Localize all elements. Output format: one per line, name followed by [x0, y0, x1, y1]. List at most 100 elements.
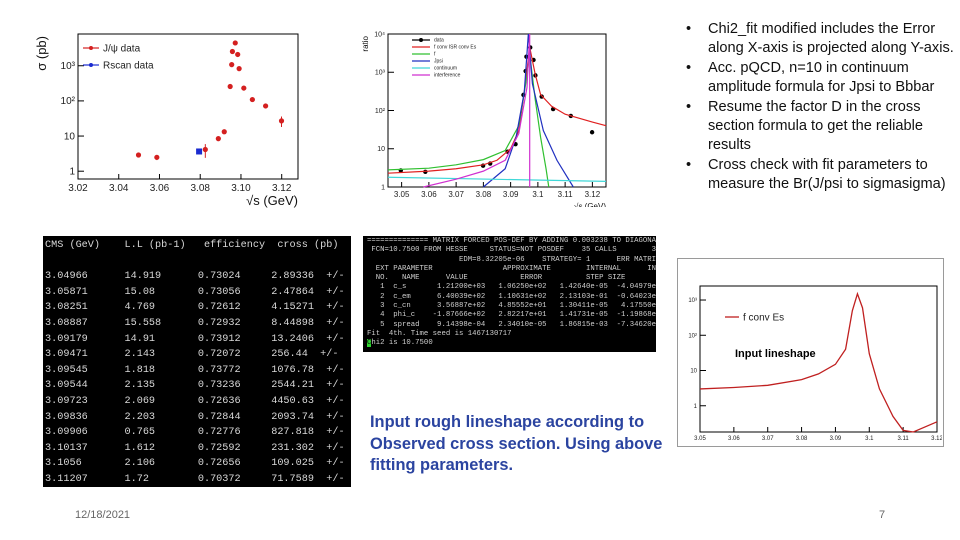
x-tick-label: 3.08 [476, 190, 492, 199]
terminal-row: 3.09545 1.818 0.73772 1076.78 +/- 40.253… [45, 364, 345, 376]
legend-label: continuum [434, 66, 457, 72]
x-axis-label: √s (GeV) [574, 202, 606, 207]
legend-label: interference [434, 73, 461, 79]
data-point [154, 154, 160, 160]
legend-label: Rscan data [103, 60, 154, 71]
slide-page-number: 7 [879, 509, 886, 521]
x-tick-label: 3.05 [694, 436, 706, 442]
terminal-row: 3.09179 14.91 0.73912 13.2406 +/- 1.3997… [45, 333, 345, 345]
x-tick-label: 3.11 [558, 190, 574, 199]
terminal-line: 5 spread 9.14398e-04 2.34010e-05 1.86815… [367, 320, 656, 329]
terminal-row: 3.10137 1.612 0.72592 231.302 +/- 20.260… [45, 442, 345, 454]
x-tick-label: 3.06 [421, 190, 437, 199]
y-tick-label: 1 [381, 184, 385, 191]
legend-marker [419, 38, 423, 42]
x-tick-label: 3.1 [532, 190, 544, 199]
terminal-line: EDM=8.32205e-06 STRATEGY= 1 ERR MATRIX N… [458, 255, 656, 264]
legend-label: data [434, 38, 444, 44]
data-point [215, 136, 221, 142]
x-axis-label: √s (GeV) [246, 193, 298, 208]
data-point [589, 130, 595, 135]
fit-ratio-chart: 3.05 3.06 3.07 3.08 3.09 3.1 3.11 3.12 1 10 10² 10³… [361, 31, 607, 207]
terminal-blank [45, 254, 351, 270]
legend-label: f conv ISR conv Es [434, 45, 477, 51]
legend-marker [89, 46, 93, 50]
data-point [229, 48, 236, 55]
terminal-line: 3 c_cn 3.56887e+02 4.85552e+01 1.30411e-… [367, 302, 656, 311]
y-tick-label: 10 [377, 146, 385, 153]
input-lineshape-chart: 3.05 3.06 3.07 3.08 3.09 3.1 3.11 3.12 1 10 10² 10³… [688, 285, 942, 442]
bullet-item: Acc. pQCD, n=10 in continuum amplitude f… [686, 59, 956, 98]
y-tick-label: 10² [375, 108, 386, 115]
x-tick-label: 3.09 [830, 436, 842, 442]
data-point [229, 62, 235, 68]
data-point [236, 66, 242, 72]
terminal-line: 1 c_s 1.21200e+03 1.06250e+02 1.42640e-0… [367, 283, 656, 292]
x-tick-label: 3.07 [448, 190, 464, 199]
slide-date: 12/18/2021 [75, 509, 131, 521]
y-tick-label: 10³ [61, 61, 76, 72]
y-tick-label: 10 [690, 369, 697, 375]
legend-marker [89, 63, 93, 67]
data-point [221, 129, 227, 135]
y-tick-label: 10³ [375, 70, 386, 77]
cross-section-terminal: CMS (GeV) L.L (pb-1) efficiency cross (p… [43, 236, 351, 487]
y-tick-label: 1 [694, 404, 698, 410]
y-axis-label: ratio [361, 35, 370, 51]
data-point [227, 83, 233, 90]
data-point [263, 103, 269, 109]
bullet-item: Resume the factor D in the cross section… [686, 98, 956, 156]
legend-label: f conv Es [743, 312, 784, 323]
terminal-row: 3.1056 2.106 0.72656 109.025 +/- 12.5389 [45, 458, 345, 470]
terminal-line: EXT PARAMETER APPROXIMATE INTERNAL INTER… [367, 264, 656, 273]
data-point [135, 152, 142, 158]
y-tick-label: 10³ [688, 298, 697, 304]
x-tick-label: 3.08 [796, 436, 808, 442]
x-tick-label: 3.05 [394, 190, 410, 199]
terminal-header: CMS (GeV) L.L (pb-1) efficiency cross (p… [45, 240, 339, 251]
chart-annotation: Input lineshape [735, 348, 816, 360]
y-tick-label: 10² [61, 96, 76, 107]
x-tick-label: 3.09 [503, 190, 519, 199]
terminal-row: 3.09836 2.203 0.72844 2093.74 +/- 51.743… [45, 411, 345, 423]
y-tick-label: 10² [688, 333, 697, 339]
terminal-line: NO. NAME VALUE ERROR STEP SIZE VALUE [367, 274, 656, 283]
terminal-prompt: Chi2 is 10.7500 [367, 339, 656, 348]
terminal-row: 3.08887 15.558 0.72932 8.44898 +/- 1.255… [45, 317, 345, 329]
terminal-row: 3.09544 2.135 0.73236 2544.21 +/- 57.539… [45, 380, 345, 392]
data-point [249, 96, 255, 103]
y-axis-label: σ (pb) [34, 36, 49, 71]
legend-label: Jpsi [434, 59, 443, 65]
terminal-row: 3.09471 2.143 0.72072 256.44 +/- 10.6994 [45, 349, 351, 361]
y-tick-label: 10⁴ [374, 31, 385, 38]
x-tick-label: 3.1 [865, 436, 874, 442]
y-tick-label: 1 [69, 167, 75, 178]
x-tick-label: 3.02 [68, 183, 88, 194]
lineshape-note: Input rough lineshape according to Obser… [370, 413, 663, 474]
x-tick-label: 3.12 [585, 190, 601, 199]
terminal-line: 2 c_em 6.40039e+02 1.10631e+02 2.13103e-… [367, 292, 656, 301]
terminal-line: 4 phi_c -1.87666e+02 2.82217e+01 1.41731… [367, 311, 656, 320]
terminal-row: 3.08251 4.769 0.72612 4.15271 +/- 1.7480… [45, 302, 345, 314]
y-tick-label: 10 [64, 131, 76, 142]
data-point [196, 148, 203, 155]
bullet-item: Cross check with fit parameters to measu… [686, 156, 956, 195]
x-tick-label: 3.12 [931, 436, 942, 442]
data-point [232, 40, 238, 46]
x-tick-label: 3.08 [190, 183, 210, 194]
terminal-line: FCN=10.7500 FROM HESSE STATUS=NOT POSDEF… [371, 246, 656, 255]
bullet-list: Chi2_fit modified includes the Error alo… [686, 20, 956, 195]
x-tick-label: 3.06 [150, 183, 170, 194]
terminal-line: ============== MATRIX FORCED POS-DEF BY … [367, 237, 656, 245]
terminal-prompt-text: hi2 is 10.7500 [371, 339, 433, 348]
x-tick-label: 3.11 [898, 436, 910, 442]
terminal-row: 3.09723 2.069 0.72636 4450.63 +/- 78.266… [45, 395, 345, 407]
legend-label: J/ψ data [103, 43, 141, 54]
data-point [202, 146, 208, 153]
terminal-row: 3.09906 0.765 0.72776 827.818 +/- 56.246… [45, 427, 345, 439]
fit-result-terminal: ============== MATRIX FORCED POS-DEF BY … [363, 236, 656, 352]
bullet-item: Chi2_fit modified includes the Error alo… [686, 20, 956, 59]
terminal-row: 3.11207 1.72 0.70372 71.7589 +/- 11.2432 [45, 473, 345, 485]
terminal-row: 3.05871 15.08 0.73056 2.47864 +/- 0.4105… [45, 286, 345, 298]
x-tick-label: 3.07 [762, 436, 774, 442]
